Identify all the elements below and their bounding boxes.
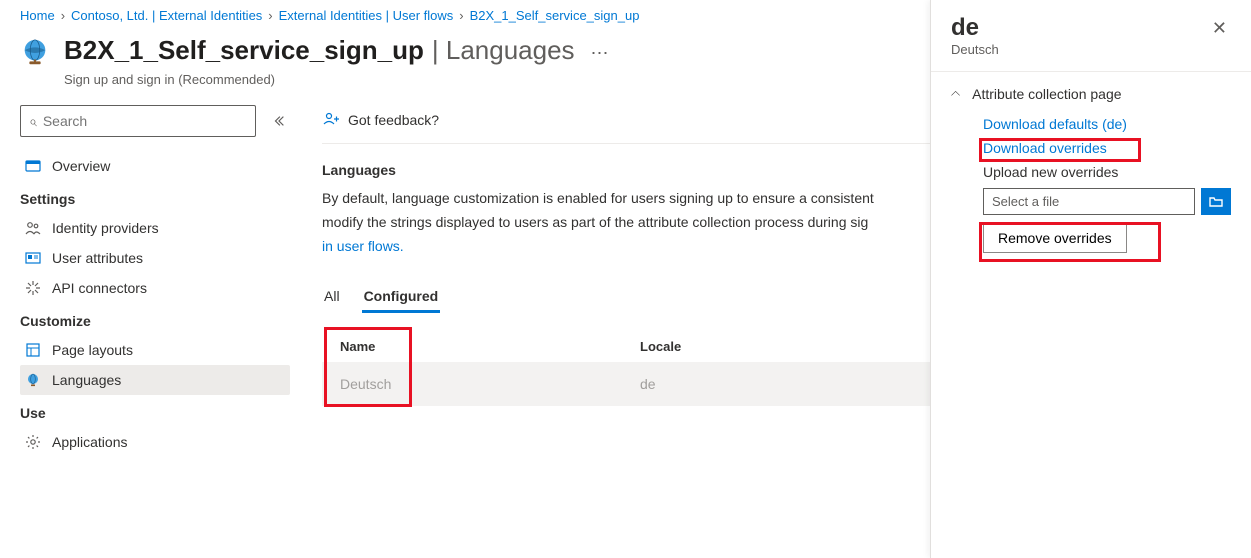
chevron-right-icon: › — [268, 8, 272, 23]
remove-overrides-button[interactable]: Remove overrides — [983, 223, 1127, 253]
chevron-right-icon: › — [459, 8, 463, 23]
panel-title: de — [951, 14, 999, 42]
sidebar-item-label: API connectors — [52, 280, 147, 296]
people-icon — [24, 219, 42, 237]
page-layouts-icon — [24, 341, 42, 359]
page-title: B2X_1_Self_service_sign_up — [64, 35, 424, 66]
search-icon: ⌕ — [29, 113, 37, 130]
cell-name: Deutsch — [340, 376, 640, 392]
globe-icon — [24, 371, 42, 389]
api-connectors-icon — [24, 279, 42, 297]
chevron-up-icon: ⌵ — [951, 87, 960, 102]
collapsible-header[interactable]: ⌵ Attribute collection page — [951, 86, 1231, 102]
sidebar-item-label: User attributes — [52, 250, 143, 266]
browse-button[interactable] — [1201, 188, 1231, 215]
learn-more-link[interactable]: in user flows. — [322, 238, 404, 254]
folder-icon — [1208, 194, 1224, 210]
sidebar-section-customize: Customize — [20, 303, 290, 335]
more-button[interactable]: ⋯ — [583, 39, 617, 68]
page-title-suffix: | Languages — [432, 35, 575, 66]
sidebar-item-label: Identity providers — [52, 220, 159, 236]
user-attributes-icon — [24, 249, 42, 267]
sidebar-section-settings: Settings — [20, 181, 290, 213]
sidebar-item-label: Overview — [52, 158, 110, 174]
sidebar-section-use: Use — [20, 395, 290, 427]
collapsible-label: Attribute collection page — [972, 86, 1121, 102]
feedback-text: Got feedback? — [348, 112, 439, 128]
details-panel: de Deutsch ✕ ⌵ Attribute collection page… — [930, 0, 1251, 558]
file-select-input[interactable]: Select a file — [983, 188, 1195, 215]
overview-icon — [24, 157, 42, 175]
chevron-right-icon: › — [61, 8, 65, 23]
crumb-current[interactable]: B2X_1_Self_service_sign_up — [470, 8, 640, 23]
crumb-userflows[interactable]: External Identities | User flows — [279, 8, 454, 23]
column-header-name[interactable]: Name — [340, 339, 640, 354]
sidebar-item-label: Applications — [52, 434, 128, 450]
sidebar-item-label: Page layouts — [52, 342, 133, 358]
feedback-icon — [322, 111, 340, 129]
sidebar-item-page-layouts[interactable]: Page layouts — [20, 335, 290, 365]
sidebar-item-api-connectors[interactable]: API connectors — [20, 273, 290, 303]
sidebar-item-languages[interactable]: Languages — [20, 365, 290, 395]
upload-label: Upload new overrides — [983, 164, 1231, 180]
download-overrides-link[interactable]: Download overrides — [983, 140, 1231, 156]
crumb-org[interactable]: Contoso, Ltd. | External Identities — [71, 8, 262, 23]
search-input[interactable]: ⌕ — [20, 105, 256, 137]
collapse-sidebar-button[interactable] — [268, 110, 290, 132]
close-button[interactable]: ✕ — [1208, 14, 1231, 43]
globe-icon — [20, 37, 50, 67]
sidebar: ⌕ Overview Settings Identity providers — [0, 97, 300, 558]
sidebar-item-overview[interactable]: Overview — [20, 151, 290, 181]
sidebar-item-label: Languages — [52, 372, 121, 388]
sidebar-item-applications[interactable]: Applications — [20, 427, 290, 457]
description-line2: modify the strings displayed to users as… — [322, 214, 868, 230]
sidebar-item-identity-providers[interactable]: Identity providers — [20, 213, 290, 243]
crumb-home[interactable]: Home — [20, 8, 55, 23]
panel-subtitle: Deutsch — [951, 42, 999, 57]
tab-configured[interactable]: Configured — [362, 282, 441, 313]
gear-icon — [24, 433, 42, 451]
search-field[interactable] — [43, 113, 247, 129]
sidebar-item-user-attributes[interactable]: User attributes — [20, 243, 290, 273]
tab-all[interactable]: All — [322, 282, 342, 313]
divider — [931, 71, 1251, 72]
download-defaults-link[interactable]: Download defaults (de) — [983, 116, 1231, 132]
